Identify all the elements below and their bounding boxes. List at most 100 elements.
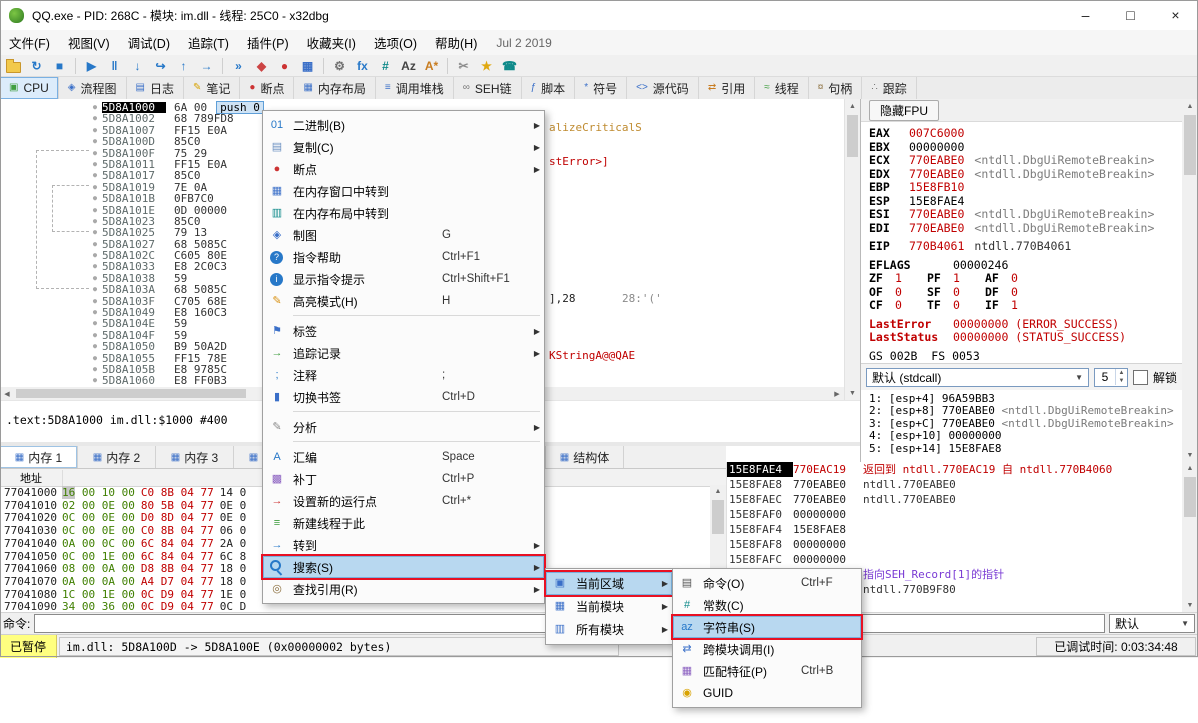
menu-graph[interactable]: ◈制图G — [263, 224, 544, 246]
stack-row[interactable]: 15E8FAE8770EABE0ntdll.770EABE0 — [727, 477, 1182, 492]
minimize-button[interactable]: – — [1063, 0, 1108, 30]
restart-button[interactable]: ↻ — [26, 56, 47, 76]
menubar-favourites[interactable]: 收藏夹(I) — [298, 29, 365, 56]
scroll-up-icon[interactable]: ▲ — [710, 485, 726, 498]
tab-graph[interactable]: ◈流程图 — [59, 77, 127, 99]
menubar-plugins[interactable]: 插件(P) — [238, 29, 298, 56]
menubar-debug[interactable]: 调试(D) — [119, 29, 179, 56]
breakpoint-dot-icon[interactable]: ● — [88, 239, 102, 250]
scroll-up-icon[interactable]: ▲ — [1182, 462, 1198, 475]
breakpoint-dot-icon[interactable]: ● — [88, 330, 102, 341]
stack-row[interactable]: 15E8FAF415E8FAE8 — [727, 522, 1182, 537]
trace-record-button[interactable]: ◆ — [251, 56, 272, 76]
tab-memory-map[interactable]: ▦内存布局 — [294, 77, 375, 99]
scrollbar-thumb[interactable] — [847, 115, 858, 157]
stack-row[interactable]: 15E8FAEC770EABE0ntdll.770EABE0 — [727, 492, 1182, 507]
script-button[interactable]: fx — [352, 56, 373, 76]
breakpoint-dot-icon[interactable]: ● — [88, 307, 102, 318]
calling-convention-select[interactable]: 默认 (stdcall) ▼ — [866, 368, 1089, 387]
menu-search-intermodular-calls[interactable]: ⇄跨模块调用(I) — [673, 638, 861, 660]
breakpoint-dot-icon[interactable]: ● — [88, 296, 102, 307]
breakpoint-dot-icon[interactable]: ● — [88, 148, 102, 159]
menu-current-module[interactable]: ▦当前模块▶ — [546, 595, 672, 618]
step-into-button[interactable]: ↓ — [127, 56, 148, 76]
run-to-cursor-button[interactable]: → — [196, 56, 217, 76]
registers-scrollbar[interactable]: ▲ ▼ — [1182, 99, 1198, 462]
breakpoint-dot-icon[interactable]: ● — [88, 125, 102, 136]
breakpoint-dot-icon[interactable]: ● — [88, 353, 102, 364]
menu-instruction-help[interactable]: ?指令帮助Ctrl+F1 — [263, 246, 544, 268]
open-file-button[interactable] — [3, 56, 24, 76]
dump-tab-1[interactable]: ▦内存 1 — [0, 446, 78, 468]
assemble-button[interactable]: A* — [421, 56, 442, 76]
menu-follow-in-memory-map[interactable]: ▥在内存布局中转到 — [263, 202, 544, 224]
dump-tab-3[interactable]: ▦内存 3 — [156, 446, 234, 468]
constants-button[interactable]: # — [375, 56, 396, 76]
scroll-down-icon[interactable]: ▼ — [845, 386, 860, 400]
hide-fpu-button[interactable]: 隐藏FPU — [869, 100, 939, 121]
menubar-file[interactable]: 文件(F) — [0, 29, 59, 56]
argument-count-stepper[interactable]: 5 ▲▼ — [1094, 368, 1128, 387]
dump-tab-2[interactable]: ▦内存 2 — [78, 446, 156, 468]
argument-row[interactable]: 5: [esp+14] 15E8FAE8 — [869, 443, 1174, 455]
menu-mnemonic-brief[interactable]: i显示指令提示Ctrl+Shift+F1 — [263, 268, 544, 290]
menubar-view[interactable]: 视图(V) — [59, 29, 119, 56]
animate-button[interactable]: » — [228, 56, 249, 76]
menu-goto[interactable]: →转到▶ — [263, 534, 544, 556]
breakpoint-dot-icon[interactable]: ● — [88, 227, 102, 238]
disasm-vertical-scrollbar[interactable]: ▲ ▼ — [844, 99, 860, 400]
menu-breakpoint[interactable]: ●断点▶ — [263, 158, 544, 180]
tab-references[interactable]: ⇄引用 — [699, 77, 755, 99]
menu-assemble[interactable]: A汇编Space — [263, 446, 544, 468]
pause-button[interactable]: ‖ — [104, 56, 125, 76]
menu-binary[interactable]: 01二进制(B)▶ — [263, 114, 544, 136]
favourites-button[interactable]: ★ — [476, 56, 497, 76]
memory-map-button[interactable]: ▦ — [297, 56, 318, 76]
menu-patch[interactable]: ▩补丁Ctrl+P — [263, 468, 544, 490]
step-out-button[interactable]: ↑ — [173, 56, 194, 76]
tab-call-stack[interactable]: ≡调用堆栈 — [376, 77, 454, 99]
menu-highlighting-mode[interactable]: ✎高亮模式(H)H — [263, 290, 544, 312]
scrollbar-thumb[interactable] — [16, 389, 246, 398]
scroll-right-icon[interactable]: ▶ — [830, 387, 844, 400]
unlock-checkbox[interactable] — [1133, 370, 1148, 385]
tab-source[interactable]: <>源代码 — [627, 77, 699, 99]
tab-symbols[interactable]: *符号 — [575, 77, 627, 99]
menu-toggle-bookmark[interactable]: ▮切换书签Ctrl+D — [263, 386, 544, 408]
menu-current-region[interactable]: ▣当前区域▶ — [546, 572, 672, 595]
menu-set-new-origin[interactable]: →设置新的运行点Ctrl+* — [263, 490, 544, 512]
menu-follow-in-dump[interactable]: ▦在内存窗口中转到 — [263, 180, 544, 202]
breakpoint-dot-icon[interactable]: ● — [88, 170, 102, 181]
menu-trace-record[interactable]: →追踪记录▶ — [263, 342, 544, 364]
breakpoint-dot-icon[interactable]: ● — [88, 341, 102, 352]
tab-seh[interactable]: ∞SEH链 — [454, 77, 522, 99]
menu-all-modules[interactable]: ▥所有模块▶ — [546, 618, 672, 641]
scroll-down-icon[interactable]: ▼ — [1182, 448, 1198, 462]
menu-copy[interactable]: ▤复制(C)▶ — [263, 136, 544, 158]
settings-button[interactable]: ⚙ — [329, 56, 350, 76]
tab-script[interactable]: ƒ脚本 — [522, 77, 576, 99]
tab-log[interactable]: ▤日志 — [127, 77, 184, 99]
tab-notes[interactable]: ✎笔记 — [184, 77, 240, 99]
breakpoint-dot-icon[interactable]: ● — [88, 250, 102, 261]
breakpoint-dot-icon[interactable]: ● — [88, 159, 102, 170]
stop-button[interactable]: ■ — [49, 56, 70, 76]
breakpoint-dot-icon[interactable]: ● — [88, 182, 102, 193]
scrollbar-thumb[interactable] — [1184, 115, 1196, 175]
stack-row[interactable]: 15E8FAE4770EAC19返回到 ntdll.770EAC19 自 ntd… — [727, 462, 1182, 477]
scrollbar-thumb[interactable] — [712, 500, 724, 534]
menu-comment[interactable]: ;注释; — [263, 364, 544, 386]
snippets-button[interactable]: ✂ — [453, 56, 474, 76]
menu-search-guid[interactable]: ◉GUID — [673, 682, 861, 704]
menu-find-references[interactable]: ◎查找引用(R)▶ — [263, 578, 544, 600]
menubar-help[interactable]: 帮助(H) — [426, 29, 486, 56]
stepper-arrows-icon[interactable]: ▲▼ — [1115, 369, 1127, 385]
menu-search[interactable]: 搜索(S)▶ — [263, 556, 544, 578]
run-button[interactable]: ▶ — [81, 56, 102, 76]
menubar-options[interactable]: 选项(O) — [365, 29, 426, 56]
breakpoint-dot-icon[interactable]: ● — [88, 216, 102, 227]
breakpoint-dot-icon[interactable]: ● — [88, 205, 102, 216]
breakpoint-dot-icon[interactable]: ● — [88, 193, 102, 204]
menu-search-command[interactable]: ▤命令(O)Ctrl+F — [673, 572, 861, 594]
dump-tab-8[interactable]: ▦结构体 — [546, 446, 624, 468]
